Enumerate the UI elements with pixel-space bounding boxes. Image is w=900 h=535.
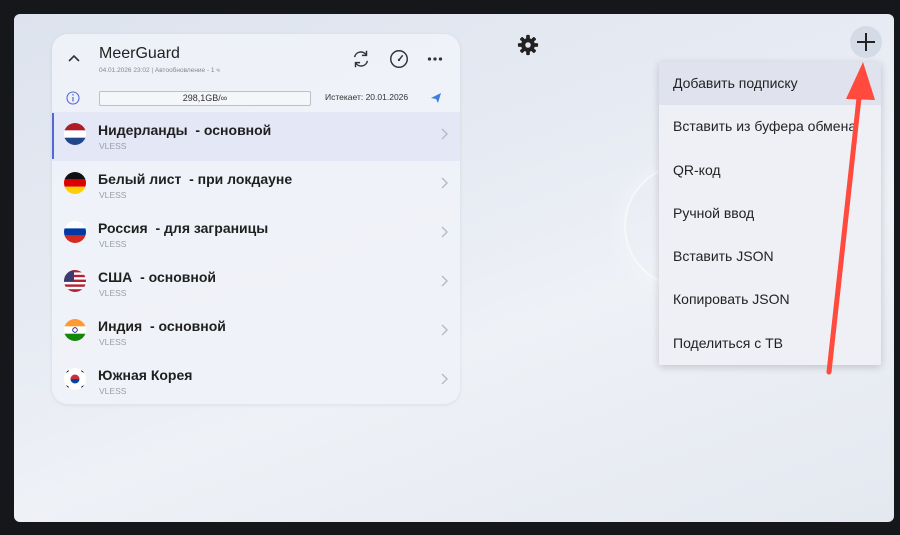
expiry-date: Истекает: 20.01.2026 <box>325 92 409 102</box>
chevron-right-icon <box>441 128 448 140</box>
info-icon[interactable] <box>66 91 80 105</box>
server-item-south-korea[interactable]: Южная Корея VLESS <box>52 357 460 404</box>
add-button[interactable] <box>850 26 882 58</box>
profile-title: MeerGuard <box>99 45 180 62</box>
add-menu: Добавить подписку Вставить из буфера обм… <box>659 62 881 365</box>
plus-icon <box>857 33 875 51</box>
speedometer-icon[interactable] <box>388 48 410 70</box>
subscription-info-row: 298,1GB/∞ Истекает: 20.01.2026 <box>52 86 460 110</box>
traffic-usage: 298,1GB/∞ <box>99 91 311 106</box>
menu-item-qr-code[interactable]: QR-код <box>659 149 881 192</box>
server-list: Нидерланды - основной VLESS Белый лист -… <box>52 112 460 404</box>
server-name: Нидерланды - основной <box>98 122 272 138</box>
server-name: Южная Корея <box>98 367 193 383</box>
server-protocol: VLESS <box>99 190 127 200</box>
chevron-right-icon <box>441 226 448 238</box>
server-protocol: VLESS <box>99 386 127 396</box>
refresh-icon[interactable] <box>350 48 372 70</box>
south-korea-flag-icon <box>64 368 86 390</box>
settings-gear-icon[interactable] <box>517 34 539 56</box>
server-item-india[interactable]: Индия - основной VLESS <box>52 308 460 357</box>
server-protocol: VLESS <box>99 239 127 249</box>
menu-item-paste-clipboard[interactable]: Вставить из буфера обмена <box>659 105 881 148</box>
tv-screen: MeerGuard 04.01.2026 23:02 | Автообновле… <box>14 14 894 522</box>
server-item-netherlands[interactable]: Нидерланды - основной VLESS <box>52 112 460 161</box>
server-item-russia[interactable]: Россия - для заграницы VLESS <box>52 210 460 259</box>
chevron-up-icon[interactable] <box>66 50 82 66</box>
server-name: США - основной <box>98 269 217 285</box>
india-flag-icon <box>64 319 86 341</box>
server-item-usa[interactable]: США - основной VLESS <box>52 259 460 308</box>
panel-header: MeerGuard 04.01.2026 23:02 | Автообновле… <box>52 34 460 84</box>
chevron-right-icon <box>441 275 448 287</box>
send-icon[interactable] <box>430 92 442 104</box>
profile-subtitle: 04.01.2026 23:02 | Автообновление - 1 ч <box>99 67 220 74</box>
chevron-right-icon <box>441 177 448 189</box>
menu-item-paste-json[interactable]: Вставить JSON <box>659 235 881 278</box>
chevron-right-icon <box>441 324 448 336</box>
menu-item-manual-input[interactable]: Ручной ввод <box>659 192 881 235</box>
germany-flag-icon <box>64 172 86 194</box>
subscription-panel: MeerGuard 04.01.2026 23:02 | Автообновле… <box>52 34 460 404</box>
netherlands-flag-icon <box>64 123 86 145</box>
menu-item-add-subscription[interactable]: Добавить подписку <box>659 62 881 106</box>
server-protocol: VLESS <box>99 141 127 151</box>
russia-flag-icon <box>64 221 86 243</box>
menu-item-share-tv[interactable]: Поделиться с ТВ <box>659 322 881 365</box>
server-protocol: VLESS <box>99 337 127 347</box>
server-name: Белый лист - при локдауне <box>98 171 293 187</box>
usa-flag-icon <box>64 270 86 292</box>
server-item-whitelist[interactable]: Белый лист - при локдауне VLESS <box>52 161 460 210</box>
server-protocol: VLESS <box>99 288 127 298</box>
more-icon[interactable] <box>424 48 446 70</box>
chevron-right-icon <box>441 373 448 385</box>
menu-item-copy-json[interactable]: Копировать JSON <box>659 278 881 321</box>
server-name: Индия - основной <box>98 318 226 334</box>
server-name: Россия - для заграницы <box>98 220 269 236</box>
